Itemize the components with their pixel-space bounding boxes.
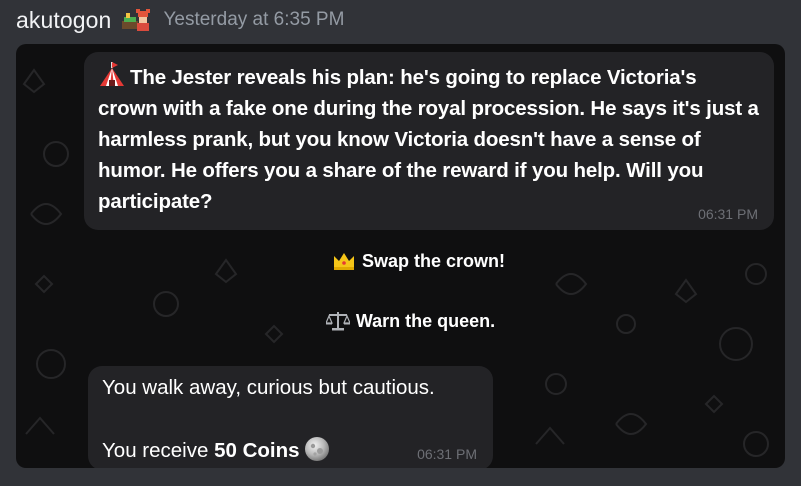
option-warn-queen-label: Warn the queen. (355, 311, 496, 331)
story-message-bubble: The Jester reveals his plan: he's going … (84, 52, 774, 230)
chat-embed: The Jester reveals his plan: he's going … (16, 44, 785, 468)
story-message-time: 06:31 PM (698, 206, 758, 222)
story-text: The Jester reveals his plan: he's going … (98, 66, 759, 213)
result-line-2-prefix: You receive (102, 439, 215, 462)
message-header: akutogon Yesterday at 6:35 PM (16, 6, 344, 34)
result-message-time: 06:31 PM (417, 446, 477, 462)
crown-icon (332, 250, 356, 272)
coin-icon (304, 436, 330, 462)
option-warn-queen: Warn the queen. (26, 309, 785, 338)
result-line-1: You walk away, curious but cautious. (102, 376, 435, 399)
option-swap-crown-label: Swap the crown! (361, 251, 505, 271)
username[interactable]: akutogon (16, 7, 111, 34)
scales-icon (324, 310, 351, 332)
option-warn-queen-button[interactable]: Warn the queen. (324, 309, 496, 333)
option-swap-crown-button[interactable]: Swap the crown! (332, 249, 505, 273)
pixel-character-badge-icon (119, 7, 153, 33)
message-timestamp: Yesterday at 6:35 PM (163, 9, 345, 30)
result-message-bubble: You walk away, curious but cautious. You… (88, 366, 493, 468)
circus-tent-icon (98, 62, 126, 88)
coins-amount: 50 Coins (214, 439, 300, 462)
option-swap-crown: Swap the crown! (34, 249, 785, 278)
